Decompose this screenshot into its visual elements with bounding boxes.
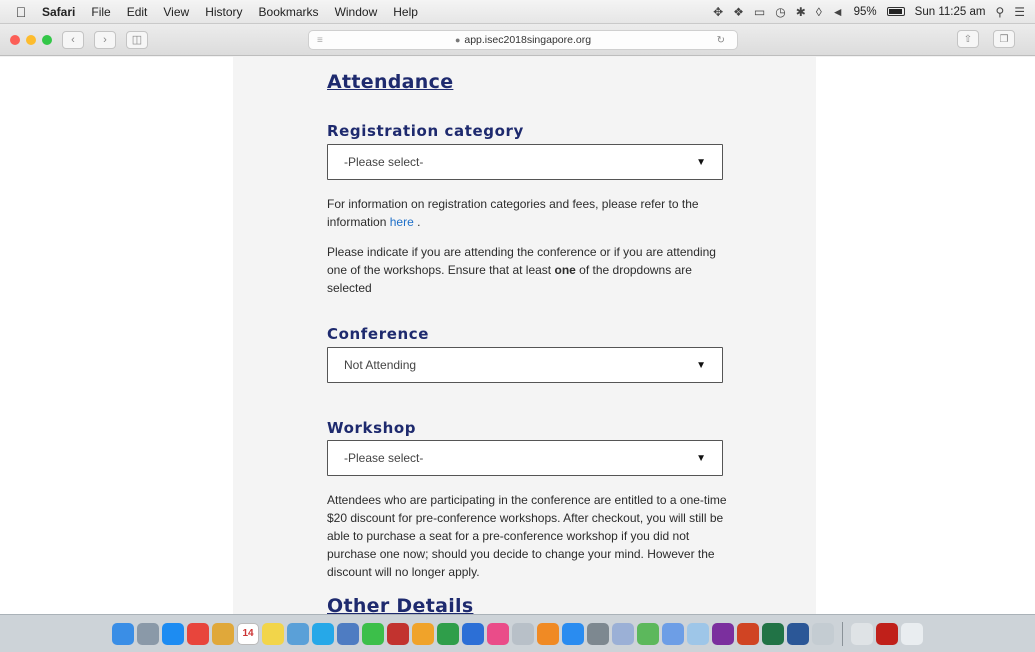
secure-lock-icon: ●: [454, 35, 461, 45]
sidebar-toggle-icon[interactable]: ◫: [126, 30, 148, 49]
dropdown-arrow-icon: ▼: [696, 452, 706, 464]
wifi-icon[interactable]: ◊: [816, 5, 822, 19]
photo-browser-icon[interactable]: [337, 622, 359, 645]
chrome-icon[interactable]: [187, 622, 209, 645]
ibooks-icon[interactable]: [537, 622, 559, 645]
dropdown-arrow-icon: ▼: [696, 156, 706, 168]
acrobat-icon[interactable]: [876, 622, 898, 645]
notification-center-icon[interactable]: ☰: [1014, 5, 1025, 19]
minimize-window-button[interactable]: [26, 34, 36, 45]
trash-icon[interactable]: [901, 622, 923, 645]
excel-icon[interactable]: [762, 622, 784, 645]
share-icon[interactable]: ⇧: [957, 30, 979, 48]
conference-value: Not Attending: [344, 358, 417, 372]
volume-icon[interactable]: ◄: [832, 5, 844, 19]
photo-app-icon[interactable]: [612, 622, 634, 645]
itunes-icon[interactable]: [487, 622, 509, 645]
finder-icon[interactable]: [112, 622, 134, 645]
bluetooth-icon[interactable]: ✱: [796, 5, 806, 19]
documents-stack-icon[interactable]: [851, 622, 873, 645]
status-area: ✥ ❖ ▭ ◷ ✱ ◊ ◄ 95% Sun 11:25 am ⚲ ☰: [713, 5, 1035, 19]
menu-bar:  Safari File Edit View History Bookmark…: [0, 0, 1035, 24]
workshop-value: -Please select-: [344, 451, 424, 465]
workshop-select[interactable]: -Please select- ▼: [327, 440, 723, 476]
finder-window-icon[interactable]: [687, 622, 709, 645]
photos-icon[interactable]: [412, 622, 434, 645]
page-column: Attendance Registration category -Please…: [233, 57, 816, 614]
zoom-window-button[interactable]: [42, 34, 52, 45]
preview-icon[interactable]: [287, 622, 309, 645]
photo-booth-icon[interactable]: [387, 622, 409, 645]
web-content: Attendance Registration category -Please…: [0, 57, 1035, 614]
menu-window[interactable]: Window: [335, 5, 378, 19]
dropbox-icon[interactable]: ❖: [733, 5, 744, 19]
spotlight-search-icon[interactable]: ⚲: [995, 5, 1004, 19]
launchpad-icon[interactable]: [137, 622, 159, 645]
forward-button[interactable]: ›: [94, 30, 116, 49]
airplay-icon[interactable]: ▭: [754, 5, 765, 19]
skype-icon[interactable]: [312, 622, 334, 645]
menu-help[interactable]: Help: [393, 5, 418, 19]
attendance-instruction-text: Please indicate if you are attending the…: [327, 245, 716, 295]
safari-icon[interactable]: [162, 622, 184, 645]
conference-select[interactable]: Not Attending ▼: [327, 347, 723, 383]
reader-view-icon[interactable]: ≡: [317, 35, 323, 46]
clock[interactable]: Sun 11:25 am: [915, 6, 986, 18]
menu-view[interactable]: View: [163, 5, 189, 19]
system-preferences-icon[interactable]: [587, 622, 609, 645]
registration-info-link[interactable]: here: [390, 215, 414, 229]
workshop-discount-note: Attendees who are participating in the c…: [327, 493, 727, 579]
menu-app-safari[interactable]: Safari: [42, 5, 75, 19]
url-text: app.isec2018singapore.org: [464, 34, 592, 46]
app-store-icon[interactable]: [562, 622, 584, 645]
powerpoint-icon[interactable]: [737, 622, 759, 645]
dropdown-arrow-icon: ▼: [696, 359, 706, 371]
battery-percent[interactable]: 95%: [854, 6, 877, 18]
facetime-icon[interactable]: [362, 622, 384, 645]
back-button[interactable]: ‹: [62, 30, 84, 49]
window-controls: [10, 34, 52, 45]
dock-separator: [842, 621, 843, 646]
conference-label: Conference: [327, 325, 430, 343]
keynote-icon[interactable]: [462, 622, 484, 645]
reload-icon[interactable]: ↻: [717, 35, 725, 46]
numbers-icon[interactable]: [437, 622, 459, 645]
close-window-button[interactable]: [10, 34, 20, 45]
menu-bookmarks[interactable]: Bookmarks: [259, 5, 319, 19]
word-icon[interactable]: [787, 622, 809, 645]
network-extension-icon[interactable]: ✥: [713, 5, 723, 19]
registration-info-text: For information on registration categori…: [327, 197, 699, 229]
time-machine-icon[interactable]: ◷: [775, 5, 785, 19]
menu-edit[interactable]: Edit: [127, 5, 148, 19]
address-bar[interactable]: ≡ ● app.isec2018singapore.org ↻: [308, 30, 738, 50]
registration-category-label: Registration category: [327, 122, 524, 140]
battery-icon[interactable]: [886, 7, 905, 16]
calendar-icon[interactable]: 14: [237, 622, 259, 645]
attendance-heading: Attendance: [327, 71, 454, 93]
dock: 14: [0, 614, 1035, 652]
registration-category-select[interactable]: -Please select- ▼: [327, 144, 723, 180]
menu-file[interactable]: File: [91, 5, 110, 19]
maps-icon[interactable]: [637, 622, 659, 645]
browser-toolbar: ‹ › ◫ ≡ ● app.isec2018singapore.org ↻ ⇧ …: [0, 24, 1035, 56]
photo-viewer-icon[interactable]: [662, 622, 684, 645]
stickies-icon[interactable]: [262, 622, 284, 645]
workshop-label: Workshop: [327, 419, 417, 437]
toolbar-actions: ⇧ ❐: [957, 30, 1015, 48]
help-icon[interactable]: [512, 622, 534, 645]
tabs-overview-icon[interactable]: ❐: [993, 30, 1015, 48]
apple-menu-icon[interactable]: : [8, 4, 34, 20]
registration-category-value: -Please select-: [344, 155, 424, 169]
notes-folder-icon[interactable]: [212, 622, 234, 645]
question-icon[interactable]: [812, 622, 834, 645]
menu-history[interactable]: History: [205, 5, 242, 19]
onenote-icon[interactable]: [712, 622, 734, 645]
other-details-heading: Other Details: [327, 595, 474, 614]
